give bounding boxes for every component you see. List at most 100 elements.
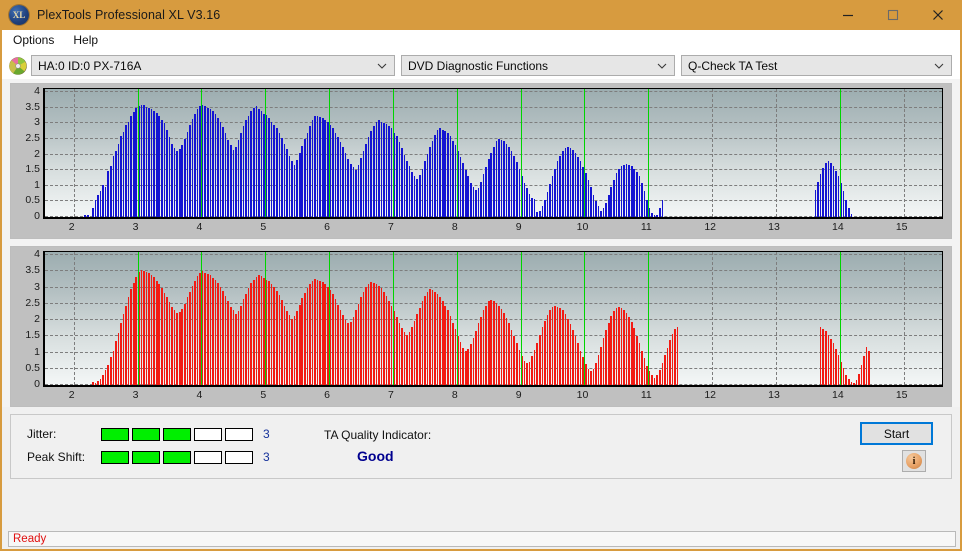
chart-bar bbox=[531, 198, 533, 217]
jitter-indicator-row: Jitter: 3 bbox=[27, 426, 270, 442]
chart-bar bbox=[580, 351, 582, 385]
chart-bar bbox=[284, 144, 286, 217]
minimize-icon[interactable] bbox=[825, 0, 870, 30]
chart-bar bbox=[419, 308, 421, 385]
chart-bar bbox=[294, 165, 296, 217]
chart-bar bbox=[133, 112, 135, 217]
chart-bar bbox=[861, 365, 863, 385]
chart-bar bbox=[534, 350, 536, 385]
chart-bar bbox=[176, 151, 178, 217]
chart-bar bbox=[207, 274, 209, 385]
chart-bar bbox=[240, 306, 242, 385]
peak-shift-label: Peak Shift: bbox=[27, 450, 101, 464]
chart-bar bbox=[225, 133, 227, 217]
chart-bar bbox=[309, 284, 311, 385]
plextools-window: XL PlexTools Professional XL V3.16 Optio… bbox=[0, 0, 962, 551]
x-axis-tick-label: 13 bbox=[768, 221, 780, 233]
chart-bar bbox=[828, 161, 830, 217]
window-controls bbox=[825, 0, 960, 30]
chart-bar bbox=[368, 137, 370, 217]
chart-bar bbox=[253, 280, 255, 385]
chart-bar bbox=[621, 308, 623, 385]
chart-bar bbox=[123, 314, 125, 385]
grid-line-horizontal bbox=[45, 254, 942, 255]
chart-bar bbox=[113, 156, 115, 217]
close-icon[interactable] bbox=[915, 0, 960, 30]
chart-bar bbox=[396, 317, 398, 385]
menu-item-options[interactable]: Options bbox=[8, 31, 63, 50]
chart-bar bbox=[501, 309, 503, 385]
function-select[interactable]: DVD Diagnostic Functions bbox=[401, 55, 675, 76]
chart-bar bbox=[233, 310, 235, 385]
chart-bar bbox=[161, 120, 163, 217]
chart-bar bbox=[314, 279, 316, 385]
grid-line-horizontal bbox=[45, 138, 942, 139]
status-field: Ready bbox=[8, 531, 956, 547]
drive-select[interactable]: HA:0 ID:0 PX-716A bbox=[31, 55, 395, 76]
chart-bar bbox=[562, 310, 564, 385]
chart-bar bbox=[613, 180, 615, 217]
y-axis-tick-label: 0.5 bbox=[25, 194, 40, 206]
start-button[interactable]: Start bbox=[860, 422, 933, 445]
chart-bar bbox=[529, 194, 531, 217]
info-button[interactable]: i bbox=[902, 450, 926, 472]
chart-bar bbox=[539, 211, 541, 217]
chart-bar bbox=[639, 176, 641, 217]
chart-bar bbox=[376, 284, 378, 385]
chart-bar bbox=[427, 154, 429, 217]
status-bar: Ready bbox=[2, 528, 960, 549]
chart-bar bbox=[858, 374, 860, 385]
chart-bar bbox=[365, 144, 367, 217]
chart-bar bbox=[427, 292, 429, 385]
chart-bar bbox=[97, 195, 99, 217]
chart-bar bbox=[291, 161, 293, 217]
sector-marker-line bbox=[584, 89, 585, 217]
chart-bar bbox=[396, 136, 398, 217]
peak-shift-segment-bar bbox=[101, 451, 253, 464]
chart-bar bbox=[662, 200, 664, 217]
chart-bar bbox=[478, 323, 480, 385]
chart-bar bbox=[125, 306, 127, 385]
chart-bar bbox=[562, 151, 564, 217]
chart-bar bbox=[197, 276, 199, 385]
x-axis-tick-label: 2 bbox=[69, 221, 75, 233]
chart-bar bbox=[268, 281, 270, 385]
chart-bar bbox=[549, 310, 551, 385]
chart-bar bbox=[554, 169, 556, 217]
chart-bar bbox=[148, 273, 150, 385]
chart-bar bbox=[388, 126, 390, 217]
chart-bar bbox=[153, 111, 155, 217]
chart-bar bbox=[370, 131, 372, 217]
menu-item-help[interactable]: Help bbox=[68, 31, 107, 50]
chart-bar bbox=[524, 361, 526, 385]
chart-bar bbox=[820, 174, 822, 217]
chart-bar bbox=[187, 132, 189, 217]
chart-bar bbox=[508, 323, 510, 385]
chart-bar bbox=[378, 286, 380, 385]
x-axis-tick-label: 13 bbox=[768, 389, 780, 401]
chart-bar bbox=[674, 329, 676, 385]
chart-bar bbox=[414, 176, 416, 217]
chart-bar bbox=[493, 301, 495, 385]
x-axis-tick-label: 15 bbox=[896, 389, 908, 401]
chart-bar bbox=[411, 327, 413, 385]
chart-bar bbox=[233, 150, 235, 217]
chevron-down-icon bbox=[657, 61, 667, 71]
chart-bar bbox=[488, 301, 490, 385]
chart-bar bbox=[120, 323, 122, 385]
chart-bar bbox=[557, 161, 559, 217]
maximize-icon[interactable] bbox=[870, 0, 915, 30]
chart-bar bbox=[470, 183, 472, 217]
chart-bar bbox=[261, 111, 263, 217]
chart-bar bbox=[409, 332, 411, 385]
chart-bar bbox=[291, 319, 293, 386]
ta-quality-label: TA Quality Indicator: bbox=[324, 428, 431, 442]
sector-marker-line bbox=[521, 252, 522, 385]
chart-bar bbox=[462, 348, 464, 385]
chart-bar bbox=[493, 147, 495, 217]
chart-bar bbox=[102, 375, 104, 385]
chart-bar bbox=[567, 319, 569, 386]
chart-bar bbox=[381, 288, 383, 385]
test-select[interactable]: Q-Check TA Test bbox=[681, 55, 952, 76]
chart-bar bbox=[373, 126, 375, 217]
